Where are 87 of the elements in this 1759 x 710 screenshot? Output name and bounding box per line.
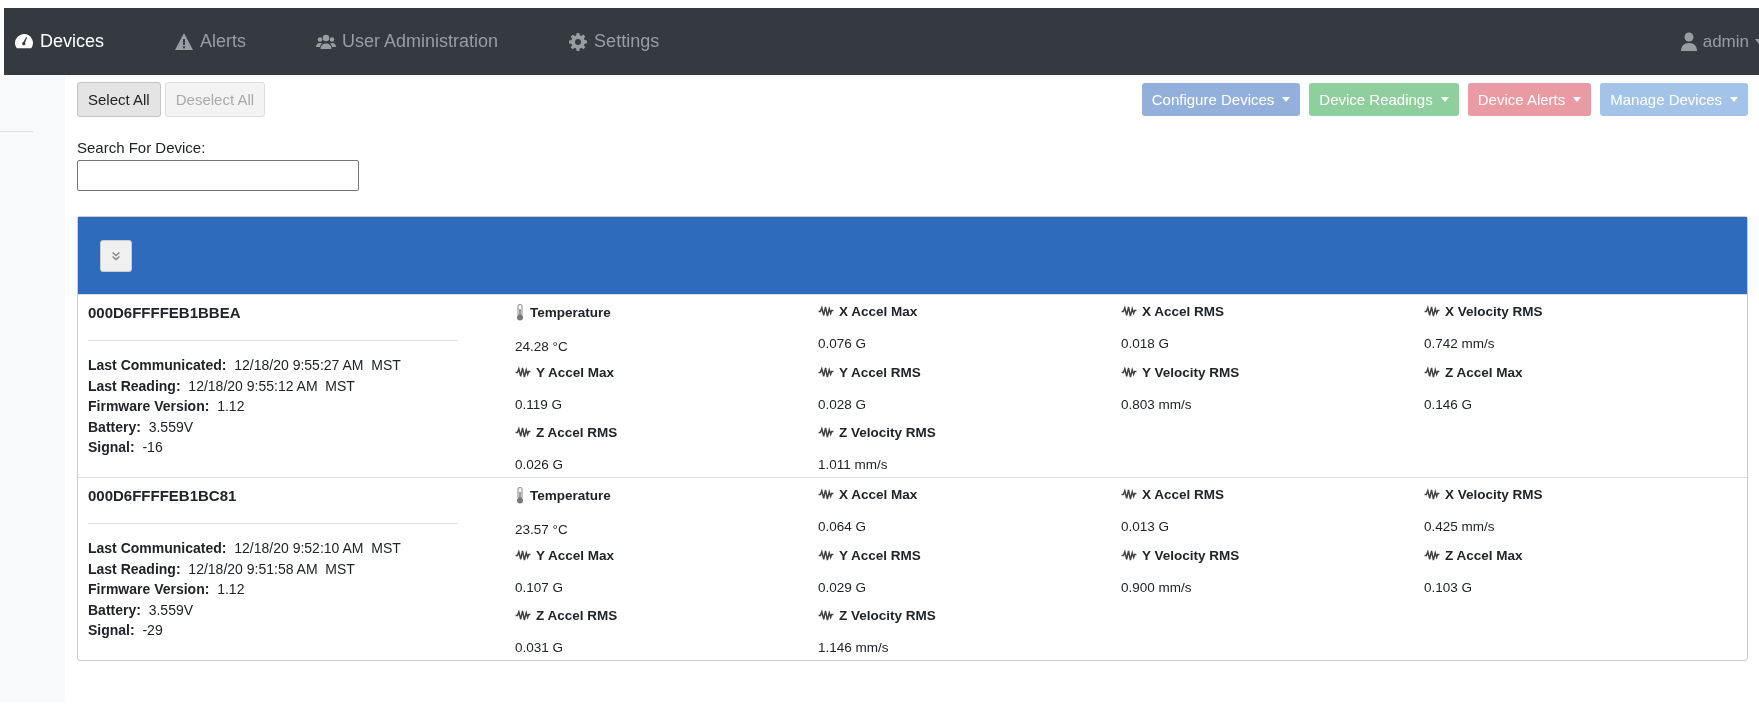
reading-name: Z Accel Max — [1445, 547, 1523, 563]
waveform-icon — [515, 548, 531, 562]
nav-link[interactable]: Alerts — [174, 31, 247, 52]
reading-name: Z Velocity RMS — [839, 425, 936, 440]
reading-name: Z Accel Max — [1445, 364, 1523, 380]
device-detail: Last Communicated: 12/18/20 9:55:27 AM MST — [88, 356, 402, 375]
device-id: 000D6FFFFEB1BC81 — [88, 487, 238, 504]
dropdown-button[interactable]: Configure Devices — [1141, 83, 1301, 116]
double-chevron-icon — [111, 250, 121, 261]
device-detail: Signal: -16 — [88, 438, 164, 457]
reading-name: Z Accel RMS — [536, 425, 618, 440]
device-id: 000D6FFFFEB1BBEA — [88, 304, 242, 321]
device-detail: Battery: 3.559V — [88, 417, 195, 437]
reading-name: Y Accel Max — [536, 547, 615, 563]
waveform-icon — [1121, 365, 1137, 379]
reading-name: Z Accel RMS — [536, 608, 618, 623]
waveform-icon — [818, 488, 834, 501]
reading-name: X Accel Max — [839, 304, 918, 319]
reading-value: 0.076 G — [818, 336, 868, 351]
reading-value: 0.425 mm/s — [1424, 519, 1496, 534]
reading-value: 0.018 G — [1121, 336, 1171, 351]
user-icon — [1680, 32, 1697, 51]
reading-value: 0.742 mm/s — [1424, 336, 1496, 351]
reading-value: 0.013 G — [1121, 519, 1171, 534]
settings-icon — [568, 31, 589, 52]
reading-value: 0.107 G — [515, 579, 565, 595]
reading-value: 0.803 mm/s — [1121, 396, 1193, 412]
reading-name: Y Accel RMS — [839, 364, 921, 380]
waveform-icon — [1121, 548, 1137, 562]
waveform-icon — [818, 609, 834, 622]
reading-value: 24.28 °C — [515, 339, 569, 354]
reading-value: 0.146 G — [1424, 396, 1474, 412]
nav-link[interactable]: User Administration — [316, 31, 499, 52]
device-detail: Firmware Version: 1.12 — [88, 397, 246, 416]
reading-value: 0.103 G — [1424, 579, 1474, 595]
device-detail: Signal: -29 — [88, 621, 164, 640]
nav-link[interactable]: Devices — [14, 31, 105, 52]
waveform-icon — [1121, 488, 1137, 501]
reading-value: 1.146 mm/s — [818, 640, 890, 655]
reading-value: 0.028 G — [818, 396, 868, 412]
waveform-icon — [818, 305, 834, 318]
waveform-icon — [1424, 365, 1440, 379]
reading-name: X Velocity RMS — [1445, 487, 1543, 502]
waveform-icon — [1121, 305, 1137, 318]
user-menu[interactable]: admin — [1680, 31, 1759, 52]
collapse-button[interactable] — [100, 239, 132, 272]
reading-name: Temperature — [530, 488, 611, 503]
waveform-icon — [515, 365, 531, 379]
device-detail: Last Reading: 12/18/20 9:51:58 AM MST — [88, 559, 356, 579]
waveform-icon — [515, 609, 531, 622]
waveform-icon — [1424, 548, 1440, 562]
search-label: Search For Device: — [77, 139, 206, 156]
waveform-icon — [1424, 305, 1440, 318]
reading-value: 23.57 °C — [515, 522, 569, 537]
reading-value: 0.031 G — [515, 640, 565, 655]
reading-value: 0.029 G — [818, 579, 868, 595]
waveform-icon — [515, 426, 531, 439]
reading-name: Y Accel RMS — [839, 547, 921, 563]
reading-name: X Accel RMS — [1142, 487, 1225, 502]
reading-value: 0.026 G — [515, 457, 565, 472]
device-detail: Last Reading: 12/18/20 9:55:12 AM MST — [88, 376, 356, 396]
reading-name: Temperature — [530, 305, 611, 320]
waveform-icon — [818, 426, 834, 439]
reading-name: X Accel Max — [839, 487, 918, 502]
waveform-icon — [1424, 488, 1440, 501]
reading-name: Y Velocity RMS — [1142, 547, 1240, 563]
search-field[interactable] — [77, 160, 359, 191]
warning-icon — [174, 31, 195, 52]
dropdown-button[interactable]: Device Alerts — [1467, 83, 1592, 116]
device-detail: Last Communicated: 12/18/20 9:52:10 AM MST — [88, 539, 402, 558]
device-detail: Battery: 3.559V — [88, 600, 195, 620]
waveform-icon — [818, 365, 834, 379]
thermometer-icon — [515, 487, 525, 504]
reading-name: Y Accel Max — [536, 364, 615, 380]
reading-value: 0.064 G — [818, 519, 868, 534]
reading-name: X Accel RMS — [1142, 304, 1225, 319]
thermometer-icon — [515, 304, 525, 321]
reading-value: 0.900 mm/s — [1121, 579, 1193, 595]
reading-name: X Velocity RMS — [1445, 304, 1543, 319]
reading-value: 0.119 G — [515, 396, 564, 412]
reading-name: Z Velocity RMS — [839, 608, 936, 623]
device-detail: Firmware Version: 1.12 — [88, 580, 246, 599]
reading-name: Y Velocity RMS — [1142, 364, 1240, 380]
reading-value: 1.011 mm/s — [818, 457, 889, 472]
select-button[interactable]: Select All — [77, 82, 161, 117]
waveform-icon — [818, 548, 834, 562]
nav-link[interactable]: Settings — [568, 31, 660, 52]
